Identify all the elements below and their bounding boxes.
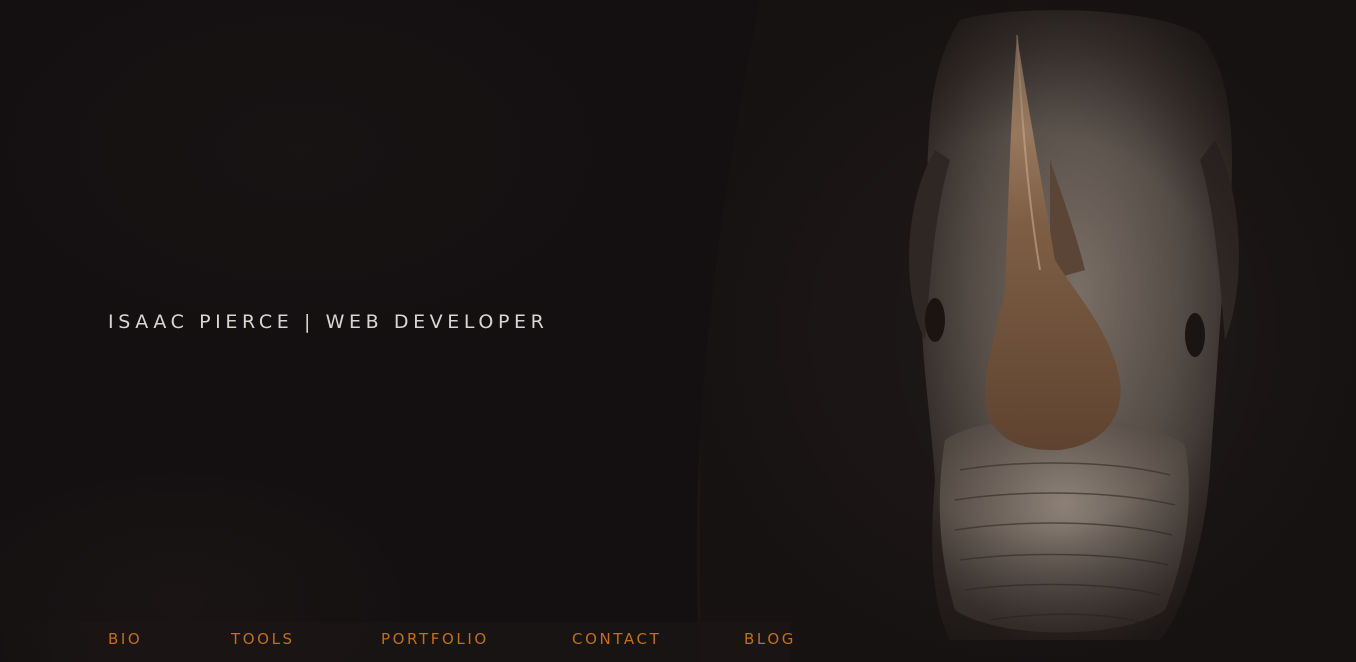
page-title: ISAAC PIERCE | WEB DEVELOPER (108, 311, 549, 333)
nav-link-contact[interactable]: CONTACT (572, 630, 661, 648)
nav-link-blog[interactable]: BLOG (744, 630, 796, 648)
nav-link-bio[interactable]: BIO (108, 630, 142, 648)
main-nav: BIO TOOLS PORTFOLIO CONTACT BLOG (0, 622, 793, 662)
hero-section: ISAAC PIERCE | WEB DEVELOPER BIO TOOLS P… (0, 0, 1356, 662)
nav-link-portfolio[interactable]: PORTFOLIO (381, 630, 489, 648)
nav-link-tools[interactable]: TOOLS (231, 630, 295, 648)
